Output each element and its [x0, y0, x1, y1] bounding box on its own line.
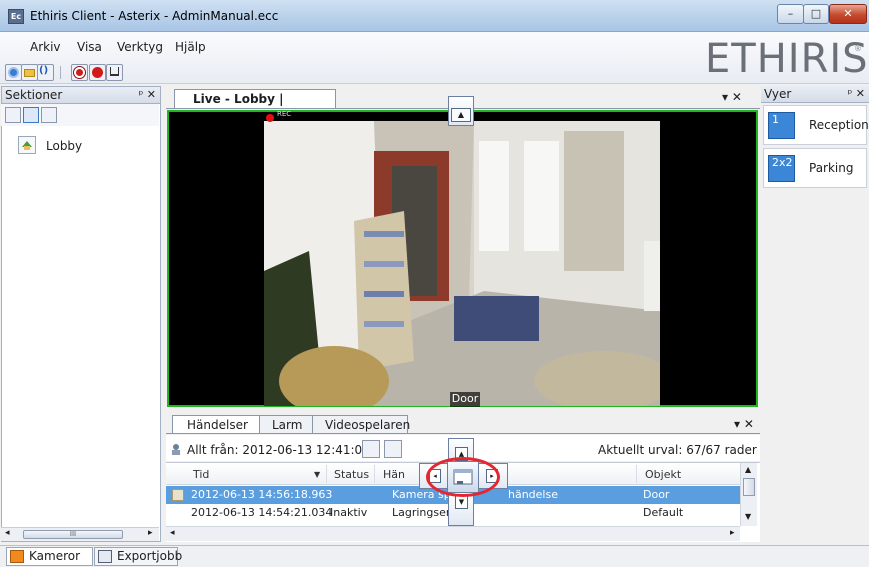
scroll-down-icon[interactable]: ▼	[745, 512, 751, 521]
scroll-thumb[interactable]	[743, 478, 755, 496]
views-header: Vyer ᵖ ✕	[761, 86, 869, 103]
grid-hscrollbar[interactable]: ◂ ▸	[166, 526, 740, 541]
view-label: Reception	[809, 118, 869, 132]
view-label: Parking	[809, 161, 854, 175]
tab-larm[interactable]: Larm	[257, 415, 313, 434]
column-objekt[interactable]: Objekt	[645, 468, 681, 481]
tab-exportjobb[interactable]: Exportjobb	[94, 547, 182, 566]
brackets-icon[interactable]: ()	[37, 64, 54, 81]
section-item-lobby[interactable]: Lobby	[18, 136, 158, 156]
events-menu-close-icon[interactable]: ▾ ✕	[734, 417, 754, 431]
filter-user-icon[interactable]	[170, 443, 182, 455]
sections-title: Sektioner	[5, 88, 63, 102]
tab-live-view[interactable]: Live - Lobby | Reception	[174, 89, 336, 125]
list-view-icon[interactable]	[23, 107, 39, 123]
sections-header: Sektioner ᵖ ✕	[2, 87, 160, 104]
grid-vscrollbar[interactable]: ▲ ▼	[740, 463, 757, 526]
sections-hscrollbar[interactable]: ◂ III ▸	[1, 527, 159, 541]
ethiris-logo: ETHIRIS	[705, 36, 869, 82]
view-item-reception[interactable]: 1 Reception	[763, 105, 869, 145]
menu-visa[interactable]: Visa	[77, 40, 102, 54]
menu-verktyg[interactable]: Verktyg	[117, 40, 163, 54]
scroll-up-icon[interactable]: ▲	[745, 465, 751, 474]
tab-divider	[166, 433, 760, 434]
export-icon[interactable]	[362, 440, 380, 458]
tab-label: Exportjobb	[117, 549, 183, 563]
cell-objekt: Default	[643, 506, 684, 519]
scroll-left-icon[interactable]: ◂	[170, 528, 175, 538]
recording-label: REC	[277, 110, 292, 118]
pin-close-icon[interactable]: ᵖ ✕	[848, 86, 865, 102]
dock-down-arrow-icon[interactable]: ▼	[455, 495, 468, 509]
sort-desc-icon[interactable]: ▼	[314, 470, 320, 479]
export-job-icon	[98, 550, 112, 563]
camera-icon	[10, 550, 24, 563]
cell-objekt: Door	[643, 488, 670, 501]
tab-label: Kameror	[29, 549, 81, 563]
column-tid[interactable]: Tid	[193, 468, 209, 481]
dock-top-arrow-icon[interactable]: ▲	[451, 108, 471, 122]
grid-view-icon: 2x2	[768, 155, 795, 182]
tab-videospelaren[interactable]: Videospelaren	[310, 415, 410, 434]
menu-hjalp[interactable]: Hjälp	[175, 40, 206, 54]
maximize-button[interactable]: □	[803, 4, 829, 24]
close-button[interactable]: ✕	[829, 4, 867, 24]
app-icon: Ec	[8, 9, 24, 24]
scroll-thumb[interactable]: III	[23, 530, 123, 539]
recording-dot	[266, 114, 274, 122]
settings-icon[interactable]	[5, 64, 22, 81]
views-title: Vyer	[764, 87, 792, 101]
tree-view-icon[interactable]	[5, 107, 21, 123]
power-icon[interactable]	[89, 64, 106, 81]
column-divider	[326, 465, 327, 483]
cell-status: Inaktiv	[330, 506, 368, 519]
stop-icon[interactable]	[106, 64, 123, 81]
section-icon	[18, 136, 36, 154]
details-view-icon[interactable]	[41, 107, 57, 123]
scroll-right-icon[interactable]: ▸	[148, 528, 153, 538]
menu-arkiv[interactable]: Arkiv	[30, 40, 61, 54]
window-title: Ethiris Client - Asterix - AdminManual.e…	[30, 9, 279, 23]
column-divider	[374, 465, 375, 483]
single-view-icon: 1	[768, 112, 795, 139]
tab-kameror[interactable]: Kameror	[6, 547, 93, 566]
camera-name-label: Door	[450, 392, 480, 407]
cell-handelse-tail: händelse	[508, 488, 558, 501]
camera-feed	[264, 121, 660, 406]
toolbar-divider	[60, 66, 61, 79]
event-icon	[172, 489, 184, 501]
cell-tid: 2012-06-13 14:54:21.034	[191, 506, 333, 519]
folder-icon[interactable]	[21, 64, 38, 81]
cell-tid: 2012-06-13 14:56:18.963	[191, 488, 333, 501]
section-label: Lobby	[46, 139, 83, 153]
column-handelse[interactable]: Hän	[383, 468, 405, 481]
column-status[interactable]: Status	[334, 468, 369, 481]
pin-close-icon[interactable]: ᵖ ✕	[139, 87, 156, 103]
logo-trademark: ®	[854, 44, 862, 53]
live-view-menu-close-icon[interactable]: ▾ ✕	[722, 90, 742, 104]
selection-count: Aktuellt urval: 67/67 rader	[598, 443, 757, 457]
tab-handelser[interactable]: Händelser	[172, 415, 260, 434]
sections-toolbar	[1, 104, 159, 126]
scroll-right-icon[interactable]: ▸	[730, 528, 735, 538]
record-icon[interactable]	[71, 64, 88, 81]
filter-text[interactable]: Allt från: 2012-06-13 12:41:01	[187, 443, 370, 457]
highlight-ring	[426, 457, 500, 497]
minimize-button[interactable]: –	[777, 4, 804, 24]
view-item-parking[interactable]: 2x2 Parking	[763, 148, 867, 188]
column-divider	[636, 465, 637, 483]
image-icon[interactable]	[384, 440, 402, 458]
scroll-left-icon[interactable]: ◂	[5, 528, 10, 538]
